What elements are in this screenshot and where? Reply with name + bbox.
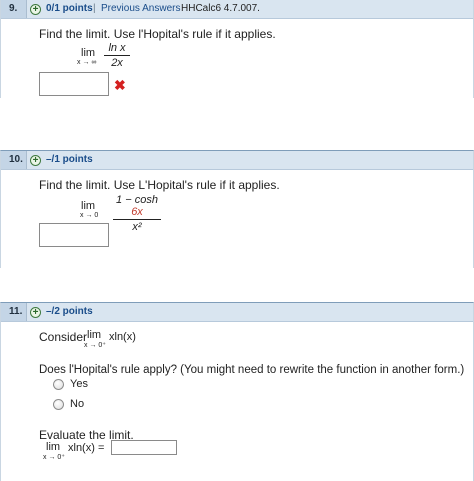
incorrect-x-icon: ✖: [114, 77, 126, 93]
radio-no[interactable]: [53, 399, 64, 410]
limit-symbol: lim: [87, 329, 102, 341]
eval-limit-symbol: lim: [46, 441, 61, 453]
question-prompt: Find the limit. Use L'Hopital's rule if …: [39, 178, 280, 192]
question-code: HHCalc6 4.7.007.: [181, 3, 260, 14]
eval-expression: xln(x) =: [68, 442, 105, 454]
points-label: –/1 points: [46, 154, 93, 165]
consider-label: Consider: [39, 330, 88, 344]
limit-subscript: x → 0: [80, 212, 99, 219]
limit-answer-input[interactable]: [111, 440, 177, 455]
question-10: 10. + –/1 points Find the limit. Use L'H…: [0, 150, 474, 268]
limit-fraction: 1 − cosh 6x x²: [113, 194, 161, 233]
question-number: 11.: [1, 303, 27, 321]
fraction-denominator: 2x: [111, 57, 123, 69]
expand-plus-icon[interactable]: +: [30, 307, 41, 318]
question-prompt: Find the limit. Use l'Hopital's rule if …: [39, 27, 276, 41]
fraction-bar: [104, 55, 130, 56]
limit-expression: xln(x): [109, 331, 136, 343]
question-number: 9.: [1, 0, 27, 18]
limit-subscript: x → ∞: [77, 59, 97, 66]
question-header: 10. + –/1 points: [1, 151, 473, 170]
limit-subscript: x → 0⁺: [84, 342, 106, 349]
radio-yes[interactable]: [53, 379, 64, 390]
radio-yes-label: Yes: [70, 378, 88, 390]
question-number: 10.: [1, 151, 27, 169]
numerator-text: 1 − cosh: [116, 194, 158, 206]
eval-limit-subscript: x → 0⁺: [43, 454, 65, 461]
question-11: 11. + –/2 points Consider lim x → 0⁺ xln…: [0, 302, 474, 481]
points-label: –/2 points: [46, 306, 93, 317]
limit-fraction: ln x 2x: [104, 42, 130, 69]
question-9: 9. + 0/1 points | Previous Answers HHCal…: [0, 0, 474, 98]
fraction-numerator: 1 − cosh 6x: [113, 194, 161, 218]
question-header: 9. + 0/1 points | Previous Answers HHCal…: [1, 0, 473, 19]
expand-plus-icon[interactable]: +: [30, 4, 41, 15]
header-separator: |: [93, 3, 96, 14]
answer-input[interactable]: [39, 72, 109, 96]
limit-symbol: lim: [81, 200, 96, 212]
answer-input[interactable]: [39, 223, 109, 247]
rule-question: Does l'Hopital's rule apply? (You might …: [39, 364, 465, 376]
limit-symbol: lim: [81, 47, 96, 59]
points-label: 0/1 points: [46, 3, 93, 14]
expand-plus-icon[interactable]: +: [30, 155, 41, 166]
fraction-numerator: ln x: [108, 42, 126, 54]
radio-no-label: No: [70, 398, 85, 410]
fraction-denominator: x²: [132, 221, 142, 233]
previous-answers-link[interactable]: Previous Answers: [101, 0, 180, 18]
fraction-bar: [113, 219, 161, 220]
numerator-highlight: 6x: [131, 206, 143, 218]
question-header: 11. + –/2 points: [1, 303, 473, 322]
